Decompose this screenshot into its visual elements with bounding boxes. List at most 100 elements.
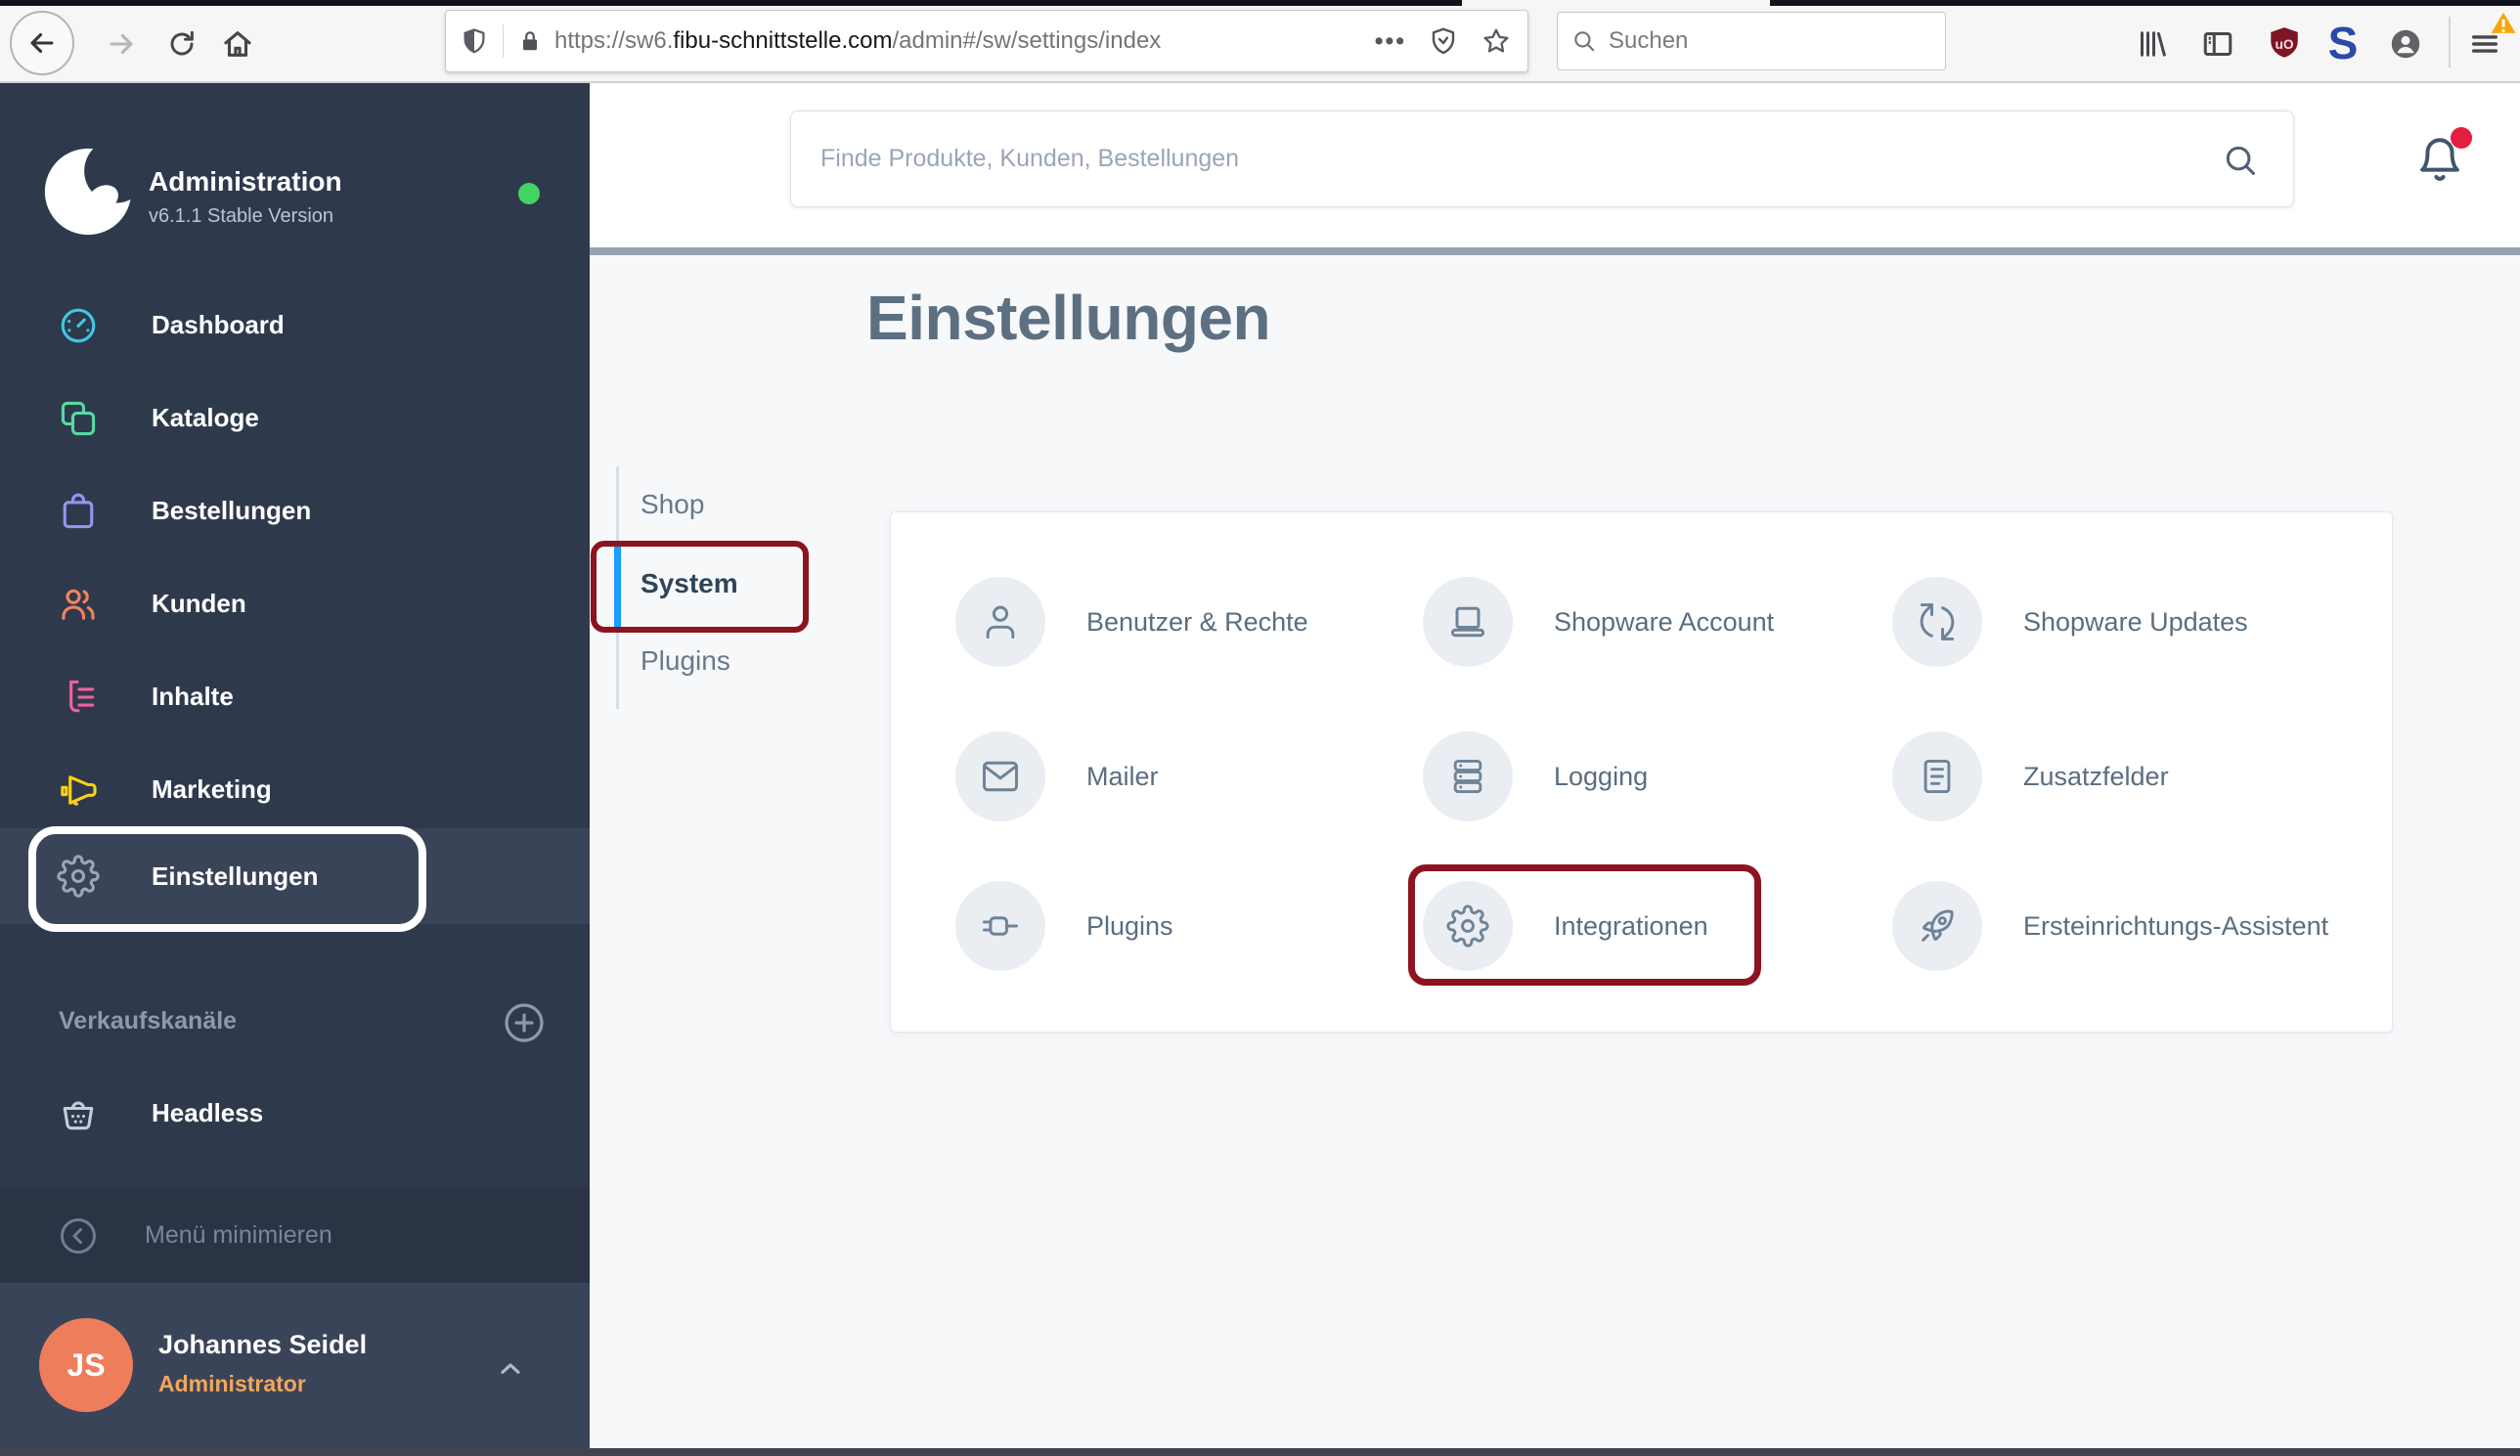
home-button[interactable]: [221, 27, 254, 61]
tracking-shield-icon[interactable]: [460, 26, 489, 56]
sidebar-item-label: Kataloge: [152, 403, 259, 432]
app-title: Administration: [149, 166, 342, 197]
settings-item-shopware-updates[interactable]: Shopware Updates: [1892, 577, 2248, 667]
online-status-dot: [518, 183, 540, 204]
browser-search-input[interactable]: [1609, 27, 1902, 55]
marketing-icon: [57, 769, 100, 812]
sidebar-toggle-icon[interactable]: [2200, 26, 2235, 62]
tab-plugins[interactable]: Plugins: [641, 645, 730, 677]
lock-icon: [522, 31, 538, 51]
plug-icon: [955, 881, 1045, 971]
forward-icon: [110, 33, 133, 55]
settings-item-plugins[interactable]: Plugins: [955, 881, 1173, 971]
bookmark-star-icon[interactable]: [1481, 25, 1512, 57]
sidebar-item-marketing[interactable]: Marketing: [0, 743, 590, 836]
settings-item-label: Zusatzfelder: [2023, 761, 2169, 791]
settings-item-integrationen[interactable]: Integrationen: [1423, 881, 1708, 971]
chevron-up-icon[interactable]: [495, 1353, 526, 1385]
content-icon: [57, 676, 100, 719]
sidebar-item-einstellungen[interactable]: Einstellungen: [0, 828, 590, 924]
sidebar-item-dashboard[interactable]: Dashboard: [0, 279, 590, 372]
settings-item-label: Benutzer & Rechte: [1086, 606, 1308, 637]
user-icon: [955, 577, 1045, 667]
back-button[interactable]: [10, 11, 74, 75]
url-path: /admin#/sw/settings/index: [892, 27, 1162, 54]
file-text-icon: [1892, 731, 1982, 821]
page-actions-icon[interactable]: •••: [1375, 27, 1406, 56]
url-bar[interactable]: https://sw6.fibu-schnittstelle.com/admin…: [445, 10, 1528, 72]
stylus-extension-icon[interactable]: S: [2320, 16, 2366, 70]
avatar-initials: JS: [66, 1346, 106, 1383]
sidebar-item-label: Kunden: [152, 589, 246, 618]
admin-search-input[interactable]: [790, 110, 2294, 207]
back-icon: [30, 32, 54, 54]
sales-channels-heading: Verkaufskanäle: [59, 1007, 238, 1035]
avatar[interactable]: JS: [39, 1318, 133, 1412]
customers-icon: [57, 583, 100, 626]
catalogs-icon: [57, 397, 100, 440]
sidebar-item-label: Bestellungen: [152, 496, 312, 525]
gear-icon: [57, 855, 100, 898]
home-icon: [224, 31, 251, 57]
sidebar-item-kunden[interactable]: Kunden: [0, 557, 590, 650]
settings-item-zusatzfelder[interactable]: Zusatzfelder: [1892, 731, 2169, 821]
user-role: Administrator: [158, 1371, 306, 1396]
settings-item-label: Plugins: [1086, 910, 1173, 941]
sidebar-item-bestellungen[interactable]: Bestellungen: [0, 464, 590, 557]
sidebar-item-label: Einstellungen: [152, 860, 319, 891]
toolbar-separator: [2449, 17, 2451, 67]
browser-search-bar[interactable]: [1557, 12, 1946, 70]
sidebar-item-label: Marketing: [152, 774, 272, 804]
library-icon[interactable]: [2135, 26, 2170, 62]
settings-item-label: Ersteinrichtungs-Assistent: [2023, 910, 2329, 941]
add-sales-channel-button[interactable]: [501, 999, 548, 1046]
account-icon[interactable]: [2388, 26, 2423, 62]
tab-shop[interactable]: Shop: [641, 489, 704, 520]
laptop-icon: [1423, 577, 1513, 667]
bottom-edge-strip: [0, 1448, 2520, 1456]
settings-item-ersteinrichtungs-assistent[interactable]: Ersteinrichtungs-Assistent: [1892, 881, 2328, 971]
sidebar-item-label: Dashboard: [152, 310, 285, 339]
settings-item-label: Mailer: [1086, 761, 1159, 791]
settings-item-label: Shopware Account: [1554, 606, 1775, 637]
settings-item-label: Integrationen: [1554, 910, 1708, 941]
settings-item-benutzer-rechte[interactable]: Benutzer & Rechte: [955, 577, 1308, 667]
sidebar-item-label: Inhalte: [152, 682, 234, 711]
tab-system[interactable]: System: [641, 568, 738, 599]
reload-button[interactable]: [166, 28, 198, 60]
settings-item-mailer[interactable]: Mailer: [955, 731, 1159, 821]
sidebar-item-headless[interactable]: Headless: [0, 1067, 590, 1160]
shopware-logo[interactable]: [41, 139, 149, 239]
url-domain: fibu-schnittstelle.com: [673, 27, 893, 54]
ublock-label: uO: [2275, 37, 2293, 52]
settings-item-label: Logging: [1554, 761, 1649, 791]
settings-item-logging[interactable]: Logging: [1423, 731, 1648, 821]
notification-badge: [2451, 127, 2472, 149]
user-name: Johannes Seidel: [158, 1330, 368, 1359]
gear-icon: [1423, 881, 1513, 971]
settings-card: Benutzer & Rechte Shopware Account Shopw…: [890, 511, 2393, 1033]
url-text: https://sw6.fibu-schnittstelle.com/admin…: [554, 27, 1161, 55]
minimize-menu-label: Menü minimieren: [145, 1221, 332, 1249]
screen: https://sw6.fibu-schnittstelle.com/admin…: [0, 0, 2520, 1456]
protections-shield-icon[interactable]: [1428, 25, 1459, 57]
app-version: v6.1.1 Stable Version: [149, 205, 334, 227]
server-icon: [1423, 731, 1513, 821]
minimize-menu-button[interactable]: Menü minimieren: [0, 1188, 590, 1283]
search-icon[interactable]: [2222, 142, 2259, 179]
plus-circle-icon: [505, 1003, 544, 1042]
basket-icon: [57, 1092, 100, 1135]
forward-button[interactable]: [105, 27, 138, 61]
sidebar-item-inhalte[interactable]: Inhalte: [0, 650, 590, 743]
url-prefix: https://sw6.: [554, 27, 674, 54]
reload-icon: [170, 30, 194, 56]
sidebar-item-kataloge[interactable]: Kataloge: [0, 372, 590, 464]
settings-item-shopware-account[interactable]: Shopware Account: [1423, 577, 1774, 667]
ublock-extension-icon[interactable]: uO: [2265, 24, 2304, 64]
page-title: Einstellungen: [866, 283, 1271, 353]
update-warning-badge: [2487, 7, 2520, 40]
header-divider: [590, 247, 2520, 255]
s-extension-label: S: [2327, 18, 2359, 68]
sync-icon: [1892, 577, 1982, 667]
active-tab-indicator: [614, 545, 621, 629]
